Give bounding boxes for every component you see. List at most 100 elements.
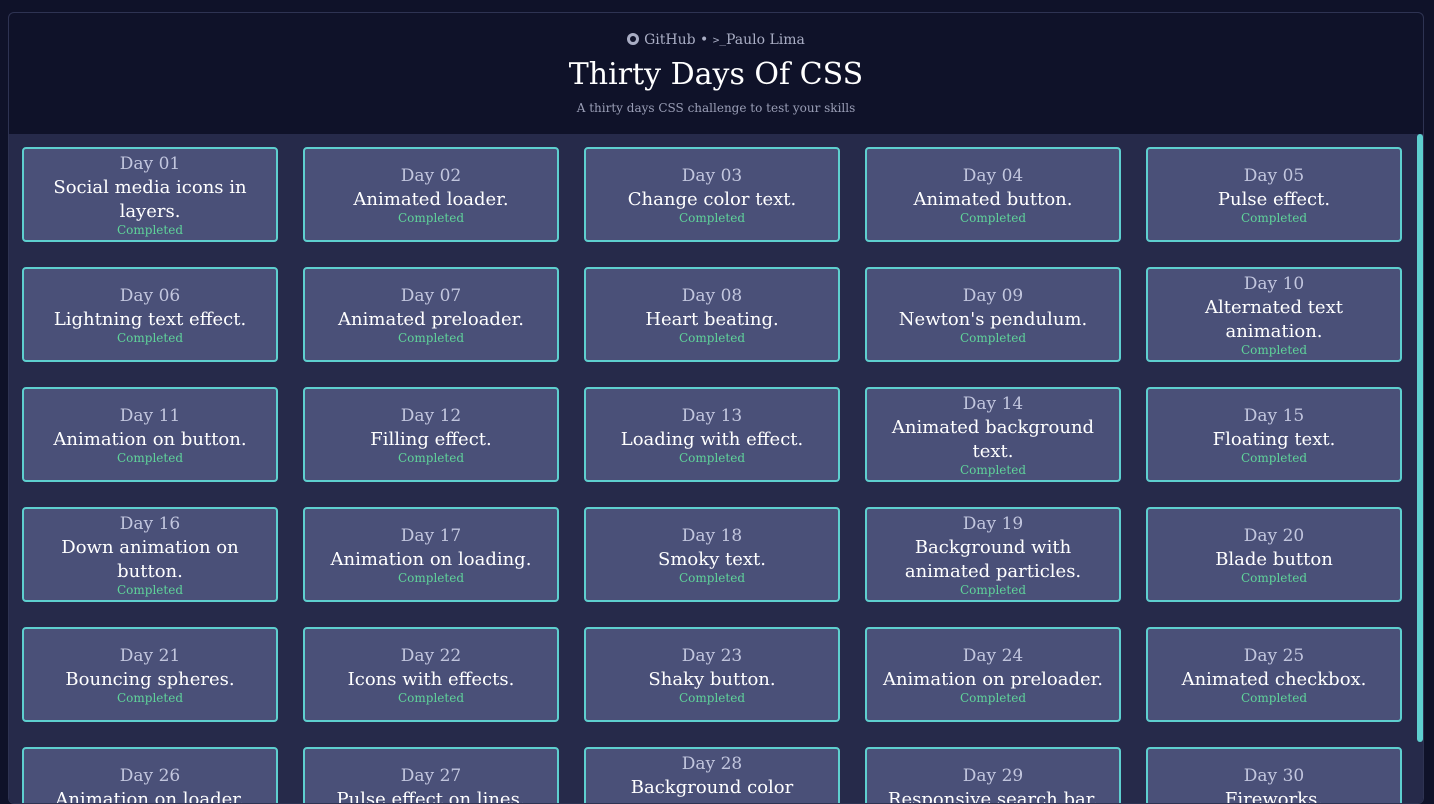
- day-card[interactable]: Day 01 Social media icons in layers. Com…: [22, 147, 278, 242]
- day-number: Day 03: [681, 166, 743, 186]
- day-number: Day 14: [962, 394, 1024, 414]
- day-number: Day 06: [119, 286, 181, 306]
- day-number: Day 10: [1243, 274, 1305, 294]
- header: GitHub • >_Paulo Lima Thirty Days Of CSS…: [9, 13, 1423, 134]
- day-card[interactable]: Day 05 Pulse effect. Completed: [1146, 147, 1402, 242]
- day-card[interactable]: Day 14 Animated background text. Complet…: [865, 387, 1121, 482]
- day-card[interactable]: Day 04 Animated button. Completed: [865, 147, 1121, 242]
- status-badge: Completed: [116, 223, 183, 237]
- day-card[interactable]: Day 08 Heart beating. Completed: [584, 267, 840, 362]
- day-card[interactable]: Day 03 Change color text. Completed: [584, 147, 840, 242]
- status-badge: Completed: [1240, 343, 1307, 357]
- day-title: Alternated text animation.: [1205, 297, 1343, 342]
- status-badge: Completed: [116, 583, 183, 597]
- day-title: Icons with effects.: [347, 669, 515, 690]
- day-title: Animation on loading.: [330, 549, 532, 570]
- status-badge: Completed: [678, 211, 745, 225]
- day-card[interactable]: Day 10 Alternated text animation. Comple…: [1146, 267, 1402, 362]
- status-badge: Completed: [397, 451, 464, 465]
- day-title: Change color text.: [627, 189, 797, 210]
- status-badge: Completed: [1240, 571, 1307, 585]
- day-card[interactable]: Day 06 Lightning text effect. Completed: [22, 267, 278, 362]
- status-badge: Completed: [959, 331, 1026, 345]
- day-number: Day 02: [400, 166, 462, 186]
- status-badge: Completed: [397, 211, 464, 225]
- day-title: Animated checkbox.: [1181, 669, 1367, 690]
- day-number: Day 16: [119, 514, 181, 534]
- day-number: Day 17: [400, 526, 462, 546]
- day-card[interactable]: Day 07 Animated preloader. Completed: [303, 267, 559, 362]
- status-badge: Completed: [397, 331, 464, 345]
- day-number: Day 08: [681, 286, 743, 306]
- day-card[interactable]: Day 23 Shaky button. Completed: [584, 627, 840, 722]
- day-number: Day 26: [119, 766, 181, 786]
- day-card[interactable]: Day 29 Responsive search bar. Completed: [865, 747, 1121, 803]
- day-card[interactable]: Day 17 Animation on loading. Completed: [303, 507, 559, 602]
- day-title: Blade button: [1215, 549, 1333, 570]
- day-number: Day 21: [119, 646, 181, 666]
- day-card[interactable]: Day 25 Animated checkbox. Completed: [1146, 627, 1402, 722]
- status-badge: Completed: [678, 691, 745, 705]
- day-title: Animation on loader.: [55, 789, 245, 804]
- status-badge: Completed: [959, 583, 1026, 597]
- day-card[interactable]: Day 16 Down animation on button. Complet…: [22, 507, 278, 602]
- github-link[interactable]: GitHub: [644, 32, 695, 48]
- day-card[interactable]: Day 21 Bouncing spheres. Completed: [22, 627, 278, 722]
- day-title: Background with animated particles.: [904, 537, 1082, 582]
- status-badge: Completed: [959, 691, 1026, 705]
- status-badge: Completed: [397, 571, 464, 585]
- day-card[interactable]: Day 09 Newton's pendulum. Completed: [865, 267, 1121, 362]
- day-card[interactable]: Day 26 Animation on loader. Completed: [22, 747, 278, 804]
- day-title: Fireworks.: [1224, 789, 1324, 804]
- day-card[interactable]: Day 28 Background color change. Complete…: [584, 747, 840, 803]
- day-number: Day 19: [962, 514, 1024, 534]
- day-card[interactable]: Day 15 Floating text. Completed: [1146, 387, 1402, 482]
- day-card[interactable]: Day 22 Icons with effects. Completed: [303, 627, 559, 722]
- page-title: Thirty Days Of CSS: [568, 57, 864, 92]
- day-number: Day 11: [119, 406, 181, 426]
- day-number: Day 22: [400, 646, 462, 666]
- day-card[interactable]: Day 02 Animated loader. Completed: [303, 147, 559, 242]
- day-title: Filling effect.: [370, 429, 492, 450]
- status-badge: Completed: [1240, 691, 1307, 705]
- day-title: Loading with effect.: [620, 429, 804, 450]
- day-title: Animation on button.: [53, 429, 247, 450]
- day-title: Social media icons in layers.: [53, 177, 247, 222]
- header-links: GitHub • >_Paulo Lima: [9, 32, 1423, 48]
- day-card[interactable]: Day 18 Smoky text. Completed: [584, 507, 840, 602]
- day-number: Day 30: [1243, 766, 1305, 786]
- day-number: Day 09: [962, 286, 1024, 306]
- day-number: Day 07: [400, 286, 462, 306]
- day-title: Animated preloader.: [338, 309, 524, 330]
- day-card[interactable]: Day 30 Fireworks. Completed: [1146, 747, 1402, 804]
- page-subtitle: A thirty days CSS challenge to test your…: [576, 101, 856, 115]
- terminal-icon: >_: [712, 33, 726, 47]
- status-badge: Completed: [678, 331, 745, 345]
- day-number: Day 27: [400, 766, 462, 786]
- day-card[interactable]: Day 27 Pulse effect on lines. Completed: [303, 747, 559, 803]
- day-card[interactable]: Day 11 Animation on button. Completed: [22, 387, 278, 482]
- day-card[interactable]: Day 19 Background with animated particle…: [865, 507, 1121, 602]
- day-number: Day 29: [962, 766, 1024, 786]
- day-title: Floating text.: [1212, 429, 1336, 450]
- scrollbar[interactable]: [1417, 134, 1423, 742]
- status-badge: Completed: [959, 211, 1026, 225]
- day-card[interactable]: Day 13 Loading with effect. Completed: [584, 387, 840, 482]
- day-card[interactable]: Day 24 Animation on preloader. Completed: [865, 627, 1121, 722]
- day-title: Down animation on button.: [61, 537, 239, 582]
- day-number: Day 18: [681, 526, 743, 546]
- app-frame: GitHub • >_Paulo Lima Thirty Days Of CSS…: [8, 12, 1424, 804]
- day-number: Day 25: [1243, 646, 1305, 666]
- day-title: Background color change.: [630, 777, 794, 803]
- status-badge: Completed: [678, 571, 745, 585]
- day-card[interactable]: Day 20 Blade button Completed: [1146, 507, 1402, 602]
- day-title: Newton's pendulum.: [898, 309, 1088, 330]
- day-number: Day 20: [1243, 526, 1305, 546]
- day-number: Day 13: [681, 406, 743, 426]
- status-badge: Completed: [678, 451, 745, 465]
- author-link[interactable]: Paulo Lima: [726, 32, 805, 48]
- day-card[interactable]: Day 12 Filling effect. Completed: [303, 387, 559, 482]
- days-grid: Day 01 Social media icons in layers. Com…: [22, 147, 1402, 804]
- status-badge: Completed: [959, 463, 1026, 477]
- separator: •: [700, 32, 709, 48]
